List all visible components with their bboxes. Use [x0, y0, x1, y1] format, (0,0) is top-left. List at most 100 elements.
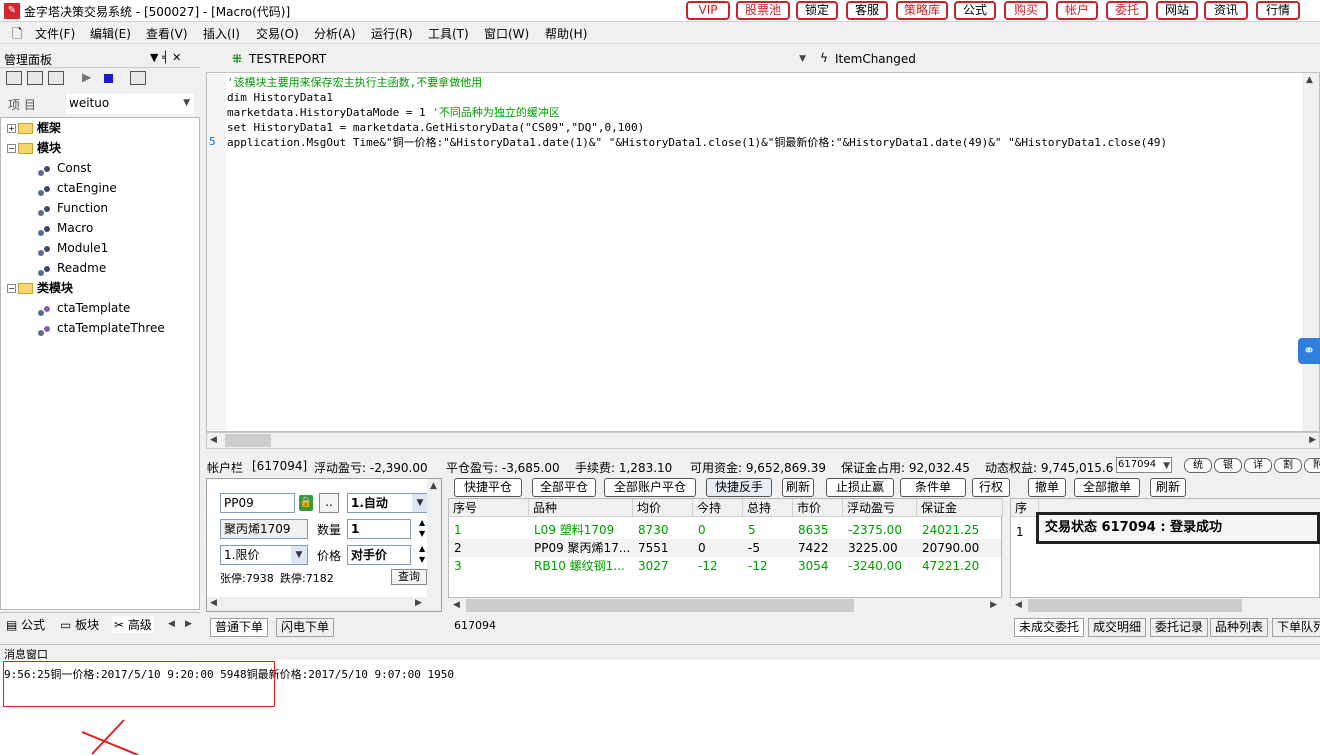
- symbol-input[interactable]: PP09: [220, 493, 295, 513]
- table-row[interactable]: 3 RB10 螺纹钢1... 3027 -12 -12 3054 -3240.00 47221…: [449, 557, 1001, 575]
- scroll-left-icon[interactable]: ◀: [210, 435, 217, 445]
- stop-icon[interactable]: [104, 74, 113, 83]
- refresh-orders-button[interactable]: 刷新: [1150, 478, 1186, 497]
- tree-folder-modules[interactable]: − 模块: [7, 138, 61, 158]
- tab-order-queue[interactable]: 下单队列: [1272, 618, 1320, 637]
- tab-formula[interactable]: ▤ 公式: [6, 616, 45, 633]
- scroll-left-icon[interactable]: ◀: [1015, 600, 1022, 610]
- tab-sector[interactable]: ▭ 板块: [60, 616, 99, 633]
- collapse-icon[interactable]: −: [7, 144, 16, 153]
- column-header[interactable]: 今持: [693, 499, 743, 517]
- link-share-icon[interactable]: ⚭: [1298, 338, 1320, 364]
- mode-select[interactable]: 1.自动 ▼: [347, 493, 429, 513]
- tab-order-records[interactable]: 委托记录: [1150, 618, 1209, 637]
- table-row[interactable]: 1 L09 塑料1709 8730 0 5 8635 -2375.00 24021.25: [449, 521, 1001, 539]
- scroll-right-icon[interactable]: ▶: [1309, 435, 1316, 445]
- tab-normal-order[interactable]: 普通下单: [210, 618, 269, 637]
- scroll-up-icon[interactable]: ▲: [430, 481, 437, 491]
- scroll-up-icon[interactable]: ▲: [1306, 75, 1313, 85]
- order-form-vscrollbar[interactable]: ▲: [427, 479, 441, 597]
- menu-trade[interactable]: 交易(O): [256, 25, 299, 42]
- editor-vscrollbar[interactable]: ▲: [1302, 73, 1319, 431]
- code-editor[interactable]: 5 '该模块主要用来保存宏主执行主函数,不要拿做他用 dim HistoryDa…: [206, 72, 1320, 432]
- positions-hscrollbar[interactable]: ◀ ▶: [448, 598, 1002, 613]
- top-button-stock-pool[interactable]: 股票池: [736, 1, 790, 20]
- top-button-strategy-lib[interactable]: 策略库: [896, 1, 948, 20]
- cancel-order-button[interactable]: 撤单: [1028, 478, 1066, 497]
- tab-instrument-list[interactable]: 品种列表: [1210, 618, 1269, 637]
- panel-pin-controls[interactable]: ▼ ╡ ✕: [150, 51, 181, 64]
- menu-run[interactable]: 运行(R): [371, 25, 413, 42]
- refresh-button[interactable]: 刷新: [782, 478, 814, 497]
- list-view-icon[interactable]: [6, 71, 22, 85]
- event-select[interactable]: ItemChanged: [832, 50, 1312, 68]
- price-stepper[interactable]: ▲ ▼: [419, 543, 425, 565]
- conditional-order-button[interactable]: 条件单: [900, 478, 966, 497]
- tab-advanced[interactable]: ✂ 高级: [112, 616, 154, 633]
- collapse-icon[interactable]: −: [7, 284, 16, 293]
- tree-item[interactable]: ctaTemplateThree: [37, 318, 165, 338]
- column-header[interactable]: 市价: [793, 499, 843, 517]
- qty-input[interactable]: 1: [347, 519, 411, 539]
- tree-folder-framework[interactable]: + 框架: [7, 118, 61, 138]
- account-extra-button[interactable]: 详: [1244, 458, 1272, 473]
- top-button-market[interactable]: 行情: [1256, 1, 1300, 20]
- top-button-support[interactable]: 客服: [846, 1, 888, 20]
- object-select[interactable]: TESTREPORT ▼: [246, 50, 806, 68]
- menu-file[interactable]: 文件(F): [35, 25, 75, 42]
- tree-item[interactable]: ctaTemplate: [37, 298, 130, 318]
- close-all-accounts-button[interactable]: 全部账户平仓: [604, 478, 696, 497]
- quick-close-button[interactable]: 快捷平仓: [454, 478, 522, 497]
- query-button[interactable]: 查询: [391, 569, 427, 585]
- column-header[interactable]: 均价: [633, 499, 693, 517]
- tab-prev-icon[interactable]: ◀: [168, 619, 175, 629]
- lock-icon[interactable]: 🔒: [299, 495, 313, 511]
- tab-next-icon[interactable]: ▶: [185, 619, 192, 629]
- scroll-thumb[interactable]: [466, 599, 854, 612]
- scroll-thumb[interactable]: [225, 434, 271, 447]
- tab-pending-orders[interactable]: 未成交委托: [1014, 618, 1085, 637]
- column-header[interactable]: 总持: [743, 499, 793, 517]
- scroll-right-icon[interactable]: ▶: [990, 600, 997, 610]
- account-extra-button[interactable]: 银: [1214, 458, 1242, 473]
- quick-reverse-button[interactable]: 快捷反手: [706, 478, 772, 497]
- account-extra-button[interactable]: 割: [1274, 458, 1302, 473]
- account-select[interactable]: 617094 ▼: [1116, 457, 1172, 473]
- column-header[interactable]: 保证金: [917, 499, 1003, 517]
- scroll-left-icon[interactable]: ◀: [210, 598, 217, 608]
- top-button-account[interactable]: 帐户: [1056, 1, 1098, 20]
- print-icon[interactable]: [48, 71, 64, 85]
- menu-help[interactable]: 帮助(H): [545, 25, 587, 42]
- tab-flash-order[interactable]: 闪电下单: [276, 618, 335, 637]
- top-button-buy[interactable]: 购买: [1004, 1, 1048, 20]
- order-form-hscrollbar[interactable]: ◀ ▶: [207, 597, 441, 611]
- exercise-button[interactable]: 行权: [972, 478, 1010, 497]
- project-select[interactable]: weituo ▼: [66, 94, 194, 114]
- menu-edit[interactable]: 编辑(E): [90, 25, 131, 42]
- scroll-thumb[interactable]: [1028, 599, 1242, 612]
- expand-icon[interactable]: +: [7, 124, 16, 133]
- top-button-news[interactable]: 资讯: [1204, 1, 1248, 20]
- grid-view-icon[interactable]: [27, 71, 43, 85]
- top-button-lock[interactable]: 锁定: [796, 1, 838, 20]
- tree-item[interactable]: ctaEngine: [37, 178, 117, 198]
- properties-icon[interactable]: [130, 71, 146, 85]
- menu-tools[interactable]: 工具(T): [428, 25, 469, 42]
- more-button[interactable]: ..: [319, 493, 339, 513]
- column-header[interactable]: 序号: [449, 499, 529, 517]
- tree-item[interactable]: Function: [37, 198, 108, 218]
- menu-insert[interactable]: 插入(I): [203, 25, 240, 42]
- price-type-select[interactable]: 1.限价 ▼: [220, 545, 308, 565]
- orders-hscrollbar[interactable]: ◀: [1010, 598, 1320, 613]
- tree-item[interactable]: Macro: [37, 218, 93, 238]
- top-button-formula[interactable]: 公式: [954, 1, 996, 20]
- account-extra-button[interactable]: 附: [1304, 458, 1320, 473]
- table-row[interactable]: 2 PP09 聚丙烯17... 7551 0 -5 7422 3225.00 20790.00: [449, 539, 1001, 557]
- column-header[interactable]: 浮动盈亏: [843, 499, 917, 517]
- top-button-website[interactable]: 网站: [1156, 1, 1198, 20]
- menu-view[interactable]: 查看(V): [146, 25, 188, 42]
- play-icon[interactable]: ▶: [82, 70, 91, 84]
- cancel-all-button[interactable]: 全部撤单: [1074, 478, 1140, 497]
- tree-folder-class-modules[interactable]: − 类模块: [7, 278, 73, 298]
- scroll-left-icon[interactable]: ◀: [453, 600, 460, 610]
